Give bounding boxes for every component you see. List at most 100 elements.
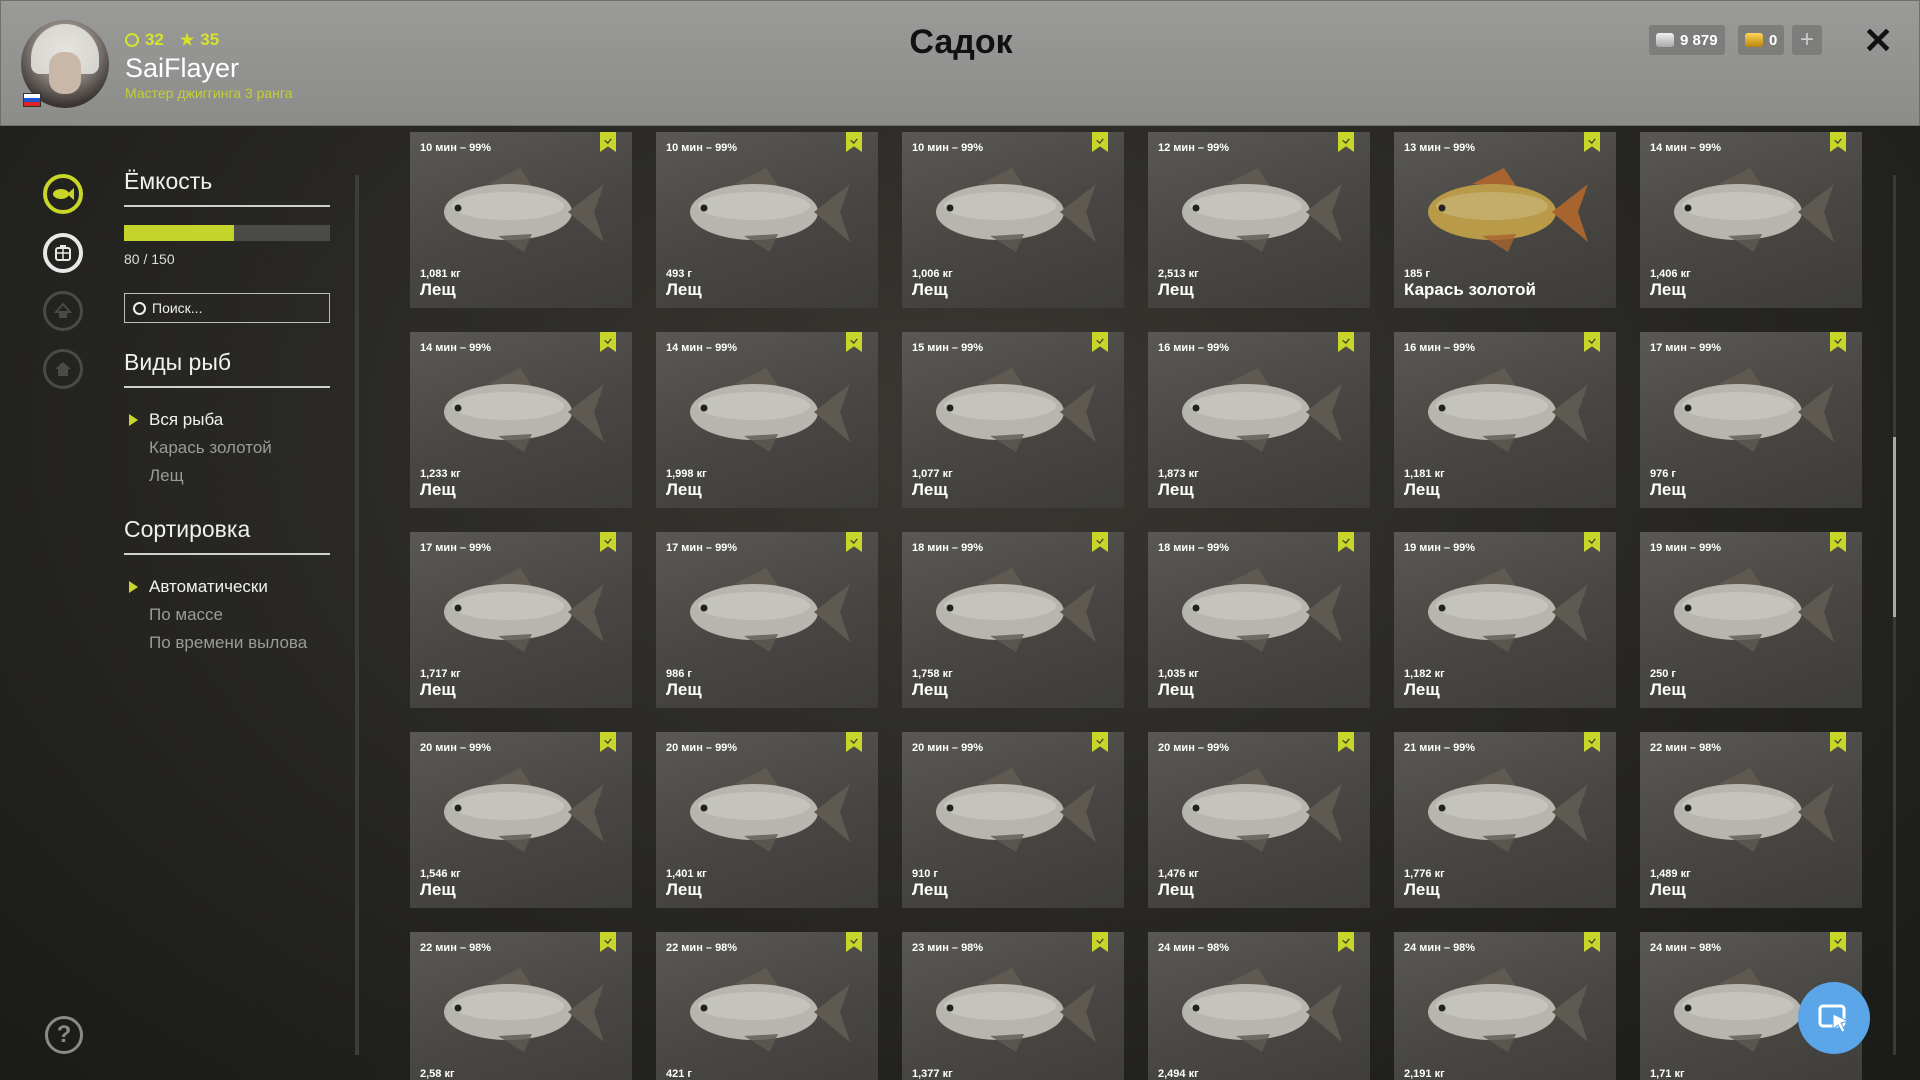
bookmark-icon[interactable] bbox=[1830, 532, 1846, 552]
bookmark-icon[interactable] bbox=[1584, 732, 1600, 752]
bookmark-icon[interactable] bbox=[1338, 532, 1354, 552]
bookmark-icon[interactable] bbox=[1338, 132, 1354, 152]
fish-image bbox=[936, 768, 1096, 852]
boat-tab-icon[interactable] bbox=[43, 291, 83, 331]
home-tab-icon[interactable] bbox=[43, 349, 83, 389]
add-currency-button[interactable]: + bbox=[1792, 25, 1822, 55]
species-item-crucian[interactable]: Карась золотой bbox=[124, 434, 330, 462]
fish-card[interactable]: 21 мин – 99% 1,776 кг Лещ bbox=[1394, 732, 1616, 908]
bookmark-icon[interactable] bbox=[1092, 132, 1108, 152]
bookmark-icon[interactable] bbox=[600, 332, 616, 352]
bookmark-icon[interactable] bbox=[1584, 532, 1600, 552]
fish-weight: 185 г bbox=[1404, 268, 1430, 280]
bookmark-icon[interactable] bbox=[1830, 732, 1846, 752]
bookmark-icon[interactable] bbox=[1584, 132, 1600, 152]
bookmark-icon[interactable] bbox=[1584, 332, 1600, 352]
fish-weight: 1,489 кг bbox=[1650, 868, 1691, 880]
bookmark-icon[interactable] bbox=[1338, 932, 1354, 952]
species-item-all[interactable]: Вся рыба bbox=[124, 406, 330, 434]
bookmark-icon[interactable] bbox=[846, 732, 862, 752]
bookmark-icon[interactable] bbox=[600, 932, 616, 952]
sort-option-time[interactable]: По времени вылова bbox=[124, 629, 330, 657]
fish-card[interactable]: 12 мин – 99% 2,513 кг Лещ bbox=[1148, 132, 1370, 308]
bookmark-icon[interactable] bbox=[1092, 732, 1108, 752]
sort-option-auto[interactable]: Автоматически bbox=[124, 573, 330, 601]
fish-card[interactable]: 24 мин – 98%2,191 кгЛещ bbox=[1394, 932, 1616, 1080]
catch-time: 20 мин – 99% bbox=[666, 742, 738, 754]
fish-weight: 1,401 кг bbox=[666, 868, 707, 880]
fish-card[interactable]: 14 мин – 99% 1,406 кг Лещ bbox=[1640, 132, 1862, 308]
bookmark-icon[interactable] bbox=[1092, 932, 1108, 952]
bookmark-icon[interactable] bbox=[1092, 332, 1108, 352]
bookmark-icon[interactable] bbox=[600, 132, 616, 152]
fish-name: Лещ bbox=[666, 280, 702, 299]
fish-image bbox=[444, 568, 604, 652]
bookmark-icon[interactable] bbox=[1584, 932, 1600, 952]
bookmark-icon[interactable] bbox=[1830, 932, 1846, 952]
search-input[interactable]: Поиск... bbox=[124, 293, 330, 323]
help-button[interactable]: ? bbox=[45, 1016, 83, 1054]
fish-image bbox=[1428, 168, 1588, 252]
fish-weight: 2,494 кг bbox=[1158, 1068, 1199, 1080]
fish-card[interactable]: 16 мин – 99% 1,873 кг Лещ bbox=[1148, 332, 1370, 508]
fish-card[interactable]: 14 мин – 99% 1,998 кг Лещ bbox=[656, 332, 878, 508]
fish-card[interactable]: 20 мин – 99% 1,401 кг Лещ bbox=[656, 732, 878, 908]
fish-weight: 1,546 кг bbox=[420, 868, 461, 880]
scrollbar-thumb[interactable] bbox=[1893, 437, 1896, 617]
species-item-bream[interactable]: Лещ bbox=[124, 462, 330, 490]
sort-option-mass[interactable]: По массе bbox=[124, 601, 330, 629]
fish-card[interactable]: 20 мин – 99% 1,476 кг Лещ bbox=[1148, 732, 1370, 908]
bookmark-icon[interactable] bbox=[1830, 132, 1846, 152]
fish-card[interactable]: 22 мин – 98%2,58 кгЛещ bbox=[410, 932, 632, 1080]
bookmark-icon[interactable] bbox=[846, 132, 862, 152]
bookmark-icon[interactable] bbox=[1338, 332, 1354, 352]
bookmark-icon[interactable] bbox=[846, 532, 862, 552]
fish-card[interactable]: 17 мин – 99% 986 г Лещ bbox=[656, 532, 878, 708]
fish-card[interactable]: 10 мин – 99% 1,006 кг Лещ bbox=[902, 132, 1124, 308]
fish-name: Лещ bbox=[1158, 880, 1194, 899]
fish-card[interactable]: 13 мин – 99% 185 г Карась золотой bbox=[1394, 132, 1616, 308]
fish-image bbox=[936, 568, 1096, 652]
bookmark-icon[interactable] bbox=[600, 532, 616, 552]
fish-card[interactable]: 19 мин – 99% 1,182 кг Лещ bbox=[1394, 532, 1616, 708]
fish-card[interactable]: 10 мин – 99% 493 г Лещ bbox=[656, 132, 878, 308]
keepnet-tab-icon[interactable] bbox=[43, 233, 83, 273]
bookmark-icon[interactable] bbox=[1338, 732, 1354, 752]
cursor-mode-button[interactable] bbox=[1798, 982, 1870, 1054]
fish-image bbox=[1182, 968, 1342, 1052]
close-button[interactable]: ✕ bbox=[1863, 21, 1893, 61]
fish-card[interactable]: 15 мин – 99% 1,077 кг Лещ bbox=[902, 332, 1124, 508]
fish-card[interactable]: 23 мин – 98%1,377 кгЛещ bbox=[902, 932, 1124, 1080]
bookmark-icon[interactable] bbox=[1092, 532, 1108, 552]
fish-card[interactable]: 24 мин – 98%2,494 кгЛещ bbox=[1148, 932, 1370, 1080]
fish-weight: 1,233 кг bbox=[420, 468, 461, 480]
bookmark-icon[interactable] bbox=[846, 332, 862, 352]
fish-weight: 976 г bbox=[1650, 468, 1676, 480]
bookmark-icon[interactable] bbox=[1830, 332, 1846, 352]
fish-image bbox=[690, 768, 850, 852]
fish-image bbox=[1428, 768, 1588, 852]
fish-card[interactable]: 17 мин – 99% 1,717 кг Лещ bbox=[410, 532, 632, 708]
fish-card[interactable]: 20 мин – 99% 1,546 кг Лещ bbox=[410, 732, 632, 908]
bookmark-icon[interactable] bbox=[600, 732, 616, 752]
fish-card[interactable]: 10 мин – 99% 1,081 кг Лещ bbox=[410, 132, 632, 308]
fish-card[interactable]: 20 мин – 99% 910 г Лещ bbox=[902, 732, 1124, 908]
fish-card[interactable]: 18 мин – 99% 1,035 кг Лещ bbox=[1148, 532, 1370, 708]
catch-time: 10 мин – 99% bbox=[912, 142, 984, 154]
fish-card[interactable]: 18 мин – 99% 1,758 кг Лещ bbox=[902, 532, 1124, 708]
gold-balance[interactable]: 0 bbox=[1738, 25, 1785, 55]
fish-card[interactable]: 17 мин – 99% 976 г Лещ bbox=[1640, 332, 1862, 508]
fish-card[interactable]: 22 мин – 98% 1,489 кг Лещ bbox=[1640, 732, 1862, 908]
catch-time: 22 мин – 98% bbox=[666, 942, 738, 954]
fish-card[interactable]: 14 мин – 99% 1,233 кг Лещ bbox=[410, 332, 632, 508]
bookmark-icon[interactable] bbox=[846, 932, 862, 952]
gold-coins-icon bbox=[1745, 33, 1763, 47]
fish-image bbox=[1182, 168, 1342, 252]
fish-tab-icon[interactable] bbox=[43, 174, 83, 214]
fish-card[interactable]: 19 мин – 99% 250 г Лещ bbox=[1640, 532, 1862, 708]
catch-time: 16 мин – 99% bbox=[1158, 342, 1230, 354]
fish-card[interactable]: 22 мин – 98%421 гЛещ bbox=[656, 932, 878, 1080]
fish-name: Лещ bbox=[1158, 680, 1194, 699]
silver-balance[interactable]: 9 879 bbox=[1649, 25, 1725, 55]
fish-card[interactable]: 16 мин – 99% 1,181 кг Лещ bbox=[1394, 332, 1616, 508]
